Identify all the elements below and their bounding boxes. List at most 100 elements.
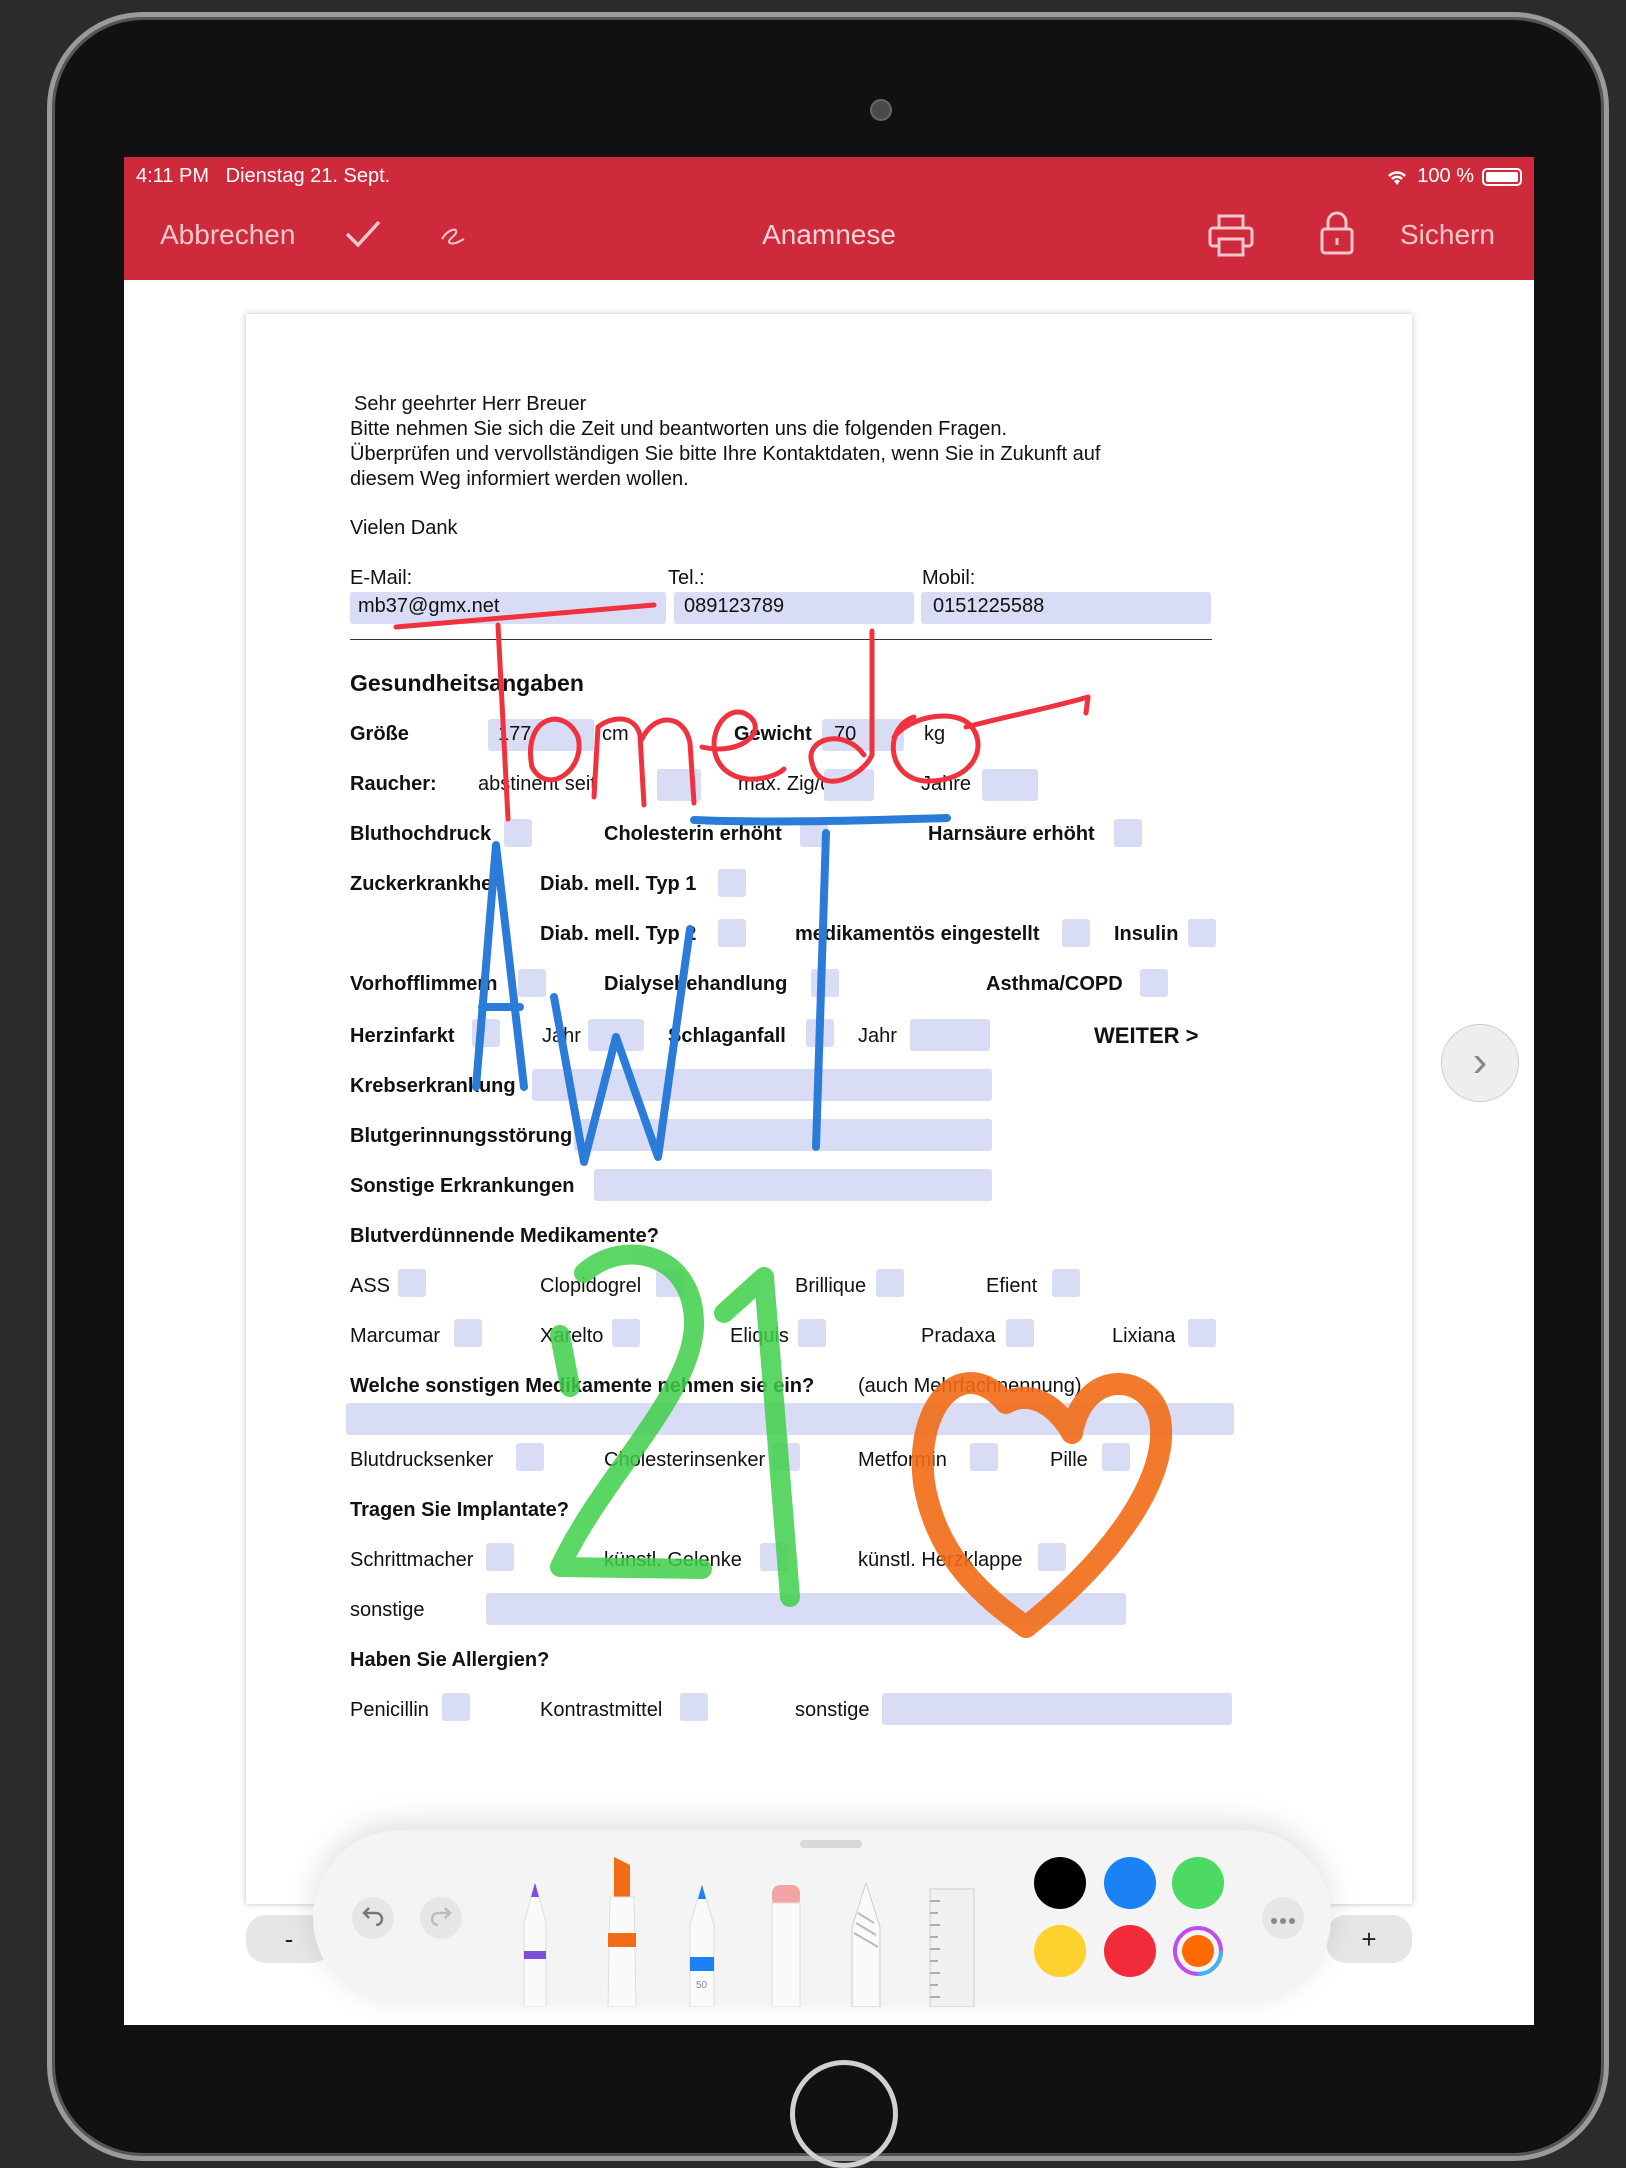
thanks-text: Vielen Dank: [350, 517, 458, 539]
label-lixiana: Lixiana: [1112, 1325, 1176, 1347]
blutgerinnung-field[interactable]: [574, 1119, 992, 1151]
checkbox[interactable]: [718, 869, 746, 897]
label-groesse: Größe: [350, 723, 409, 745]
label-typ1: Diab. mell. Typ 1: [540, 873, 697, 895]
print-icon[interactable]: [1207, 213, 1255, 259]
intro-line: Bitte nehmen Sie sich die Zeit und beant…: [350, 418, 1008, 440]
allergien-sonstige-field[interactable]: [882, 1693, 1232, 1725]
checkbox[interactable]: [718, 919, 746, 947]
label-metformin: Metformin: [858, 1449, 947, 1471]
toolbar-grabber[interactable]: [800, 1840, 862, 1848]
intro-line: Überprüfen und vervollständigen Sie bitt…: [350, 443, 1101, 465]
tel-value: 089123789: [684, 595, 785, 617]
color-black-swatch[interactable]: [1034, 1857, 1086, 1909]
label-clopidogrel: Clopidogrel: [540, 1275, 642, 1297]
jahre-field[interactable]: [982, 769, 1038, 801]
checkbox[interactable]: [772, 1443, 800, 1471]
checkbox[interactable]: [656, 1269, 684, 1297]
undo-button[interactable]: [352, 1897, 394, 1939]
checkbox[interactable]: [454, 1319, 482, 1347]
label-typ2: Diab. mell. Typ 2: [540, 923, 697, 945]
checkbox[interactable]: [798, 1319, 826, 1347]
color-red-swatch[interactable]: [1104, 1925, 1156, 1977]
checkbox[interactable]: [472, 1019, 500, 1047]
eraser-tool-icon[interactable]: [768, 1885, 804, 2007]
checkbox[interactable]: [800, 819, 828, 847]
checkbox[interactable]: [811, 969, 839, 997]
checkbox[interactable]: [1188, 1319, 1216, 1347]
checkbox[interactable]: [876, 1269, 904, 1297]
label-xarelto: Xarelto: [540, 1325, 604, 1347]
label-jahr: Jahr: [858, 1025, 897, 1047]
checkbox[interactable]: [398, 1269, 426, 1297]
label-eliquis: Eliquis: [730, 1325, 789, 1347]
more-options-button[interactable]: [1262, 1897, 1304, 1939]
checkbox[interactable]: [1006, 1319, 1034, 1347]
checkbox[interactable]: [680, 1693, 708, 1721]
home-button[interactable]: [790, 2060, 898, 2168]
color-green-swatch[interactable]: [1172, 1857, 1224, 1909]
status-date: Dienstag 21. Sept.: [225, 165, 391, 187]
label-gewicht: Gewicht: [734, 723, 812, 745]
checkbox[interactable]: [1102, 1443, 1130, 1471]
redo-button[interactable]: [420, 1897, 462, 1939]
marker-size-label: 50: [696, 1980, 708, 1991]
label-penicillin: Penicillin: [350, 1699, 429, 1721]
weiter-button[interactable]: WEITER >: [1094, 1023, 1199, 1049]
label-dialyse: Dialysebehandlung: [604, 973, 788, 995]
ruler-tool-icon[interactable]: [928, 1887, 976, 2007]
label-pille: Pille: [1050, 1449, 1088, 1471]
next-page-button[interactable]: ›: [1441, 1024, 1519, 1102]
label-blutgerinnung: Blutgerinnungsstörung: [350, 1125, 573, 1147]
krebs-field[interactable]: [532, 1069, 992, 1101]
checkbox[interactable]: [442, 1693, 470, 1721]
label-blutdruck: Blutdrucksenker: [350, 1449, 494, 1471]
unit-kg: kg: [924, 723, 946, 745]
checkbox[interactable]: [612, 1319, 640, 1347]
checkbox[interactable]: [760, 1543, 788, 1571]
checkbox[interactable]: [486, 1543, 514, 1571]
lock-icon[interactable]: [1319, 209, 1355, 257]
checkbox[interactable]: [518, 969, 546, 997]
label-max: max. Zig/d: [738, 773, 832, 795]
color-yellow-swatch[interactable]: [1034, 1925, 1086, 1977]
lasso-tool-icon[interactable]: [848, 1883, 884, 2007]
sonstige-erk-field[interactable]: [594, 1169, 992, 1201]
tel-label: Tel.:: [668, 567, 705, 589]
intro-line: diesem Weg informiert werden wollen.: [350, 468, 689, 490]
sonstige-field[interactable]: [486, 1593, 1126, 1625]
battery-icon: [1482, 167, 1522, 186]
zoom-in-button[interactable]: +: [1326, 1915, 1412, 1963]
checkbox[interactable]: [1052, 1269, 1080, 1297]
color-blue-swatch[interactable]: [1104, 1857, 1156, 1909]
label-pradaxa: Pradaxa: [921, 1325, 996, 1347]
label-sonstige: sonstige: [350, 1599, 425, 1621]
marker-tool-icon[interactable]: [602, 1857, 642, 2007]
color-picker-icon[interactable]: [1172, 1925, 1224, 1977]
label-ass: ASS: [350, 1275, 391, 1297]
checkbox[interactable]: [1188, 919, 1216, 947]
mobil-label: Mobil:: [922, 567, 976, 589]
checkbox[interactable]: [1140, 969, 1168, 997]
status-time: 4:11 PM: [136, 165, 209, 187]
label-implantate: Tragen Sie Implantate?: [350, 1499, 569, 1521]
jahr-field[interactable]: [910, 1019, 990, 1051]
checkbox[interactable]: [1062, 919, 1090, 947]
label-kontrast: Kontrastmittel: [540, 1699, 663, 1721]
checkbox[interactable]: [970, 1443, 998, 1471]
sonstige-med-field[interactable]: [346, 1403, 1234, 1435]
label-jahr: Jahr: [542, 1025, 581, 1047]
checkbox[interactable]: [504, 819, 532, 847]
checkbox[interactable]: [806, 1019, 834, 1047]
checkbox[interactable]: [1114, 819, 1142, 847]
label-zucker: Zuckerkrankheit: [350, 873, 505, 895]
label-herzinfarkt: Herzinfarkt: [350, 1025, 455, 1047]
abstinent-field[interactable]: [657, 769, 701, 801]
jahr-field[interactable]: [588, 1019, 644, 1051]
checkbox[interactable]: [1038, 1543, 1066, 1571]
max-field[interactable]: [824, 769, 874, 801]
checkbox[interactable]: [516, 1443, 544, 1471]
label-brillique: Brillique: [795, 1275, 867, 1297]
save-button[interactable]: Sichern: [1400, 219, 1495, 251]
pen-tool-icon[interactable]: [518, 1883, 552, 2007]
